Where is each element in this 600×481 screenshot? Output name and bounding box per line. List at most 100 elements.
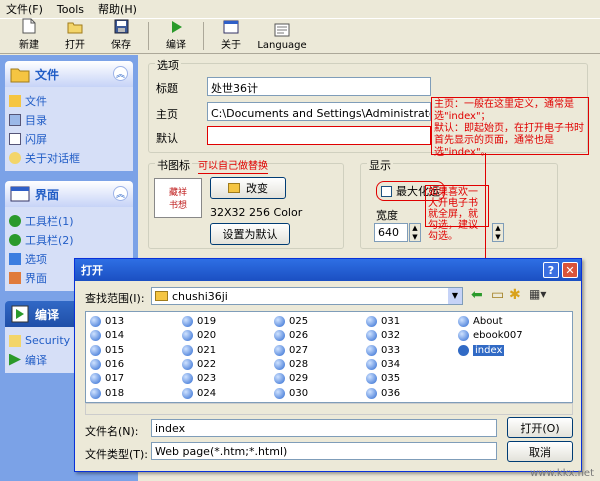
file-item[interactable]: 018 [90, 387, 124, 400]
height-spinner[interactable]: ▲ ▼ [492, 223, 504, 242]
home-input[interactable]: C:\Documents and Settings\Administrator\… [207, 102, 431, 121]
home-label: 主页 [156, 108, 178, 121]
cancel-button[interactable]: 取消 [507, 441, 573, 462]
html-file-icon [90, 330, 101, 342]
about-button[interactable]: 关于 [208, 19, 254, 53]
file-list[interactable]: 013 014 015 016 017 018 019 020 021 022 023 024 025 0… [85, 311, 573, 403]
back-icon[interactable]: ⬅ [471, 287, 483, 303]
width-label: 宽度 [376, 209, 398, 222]
close-icon[interactable]: ✕ [562, 262, 578, 278]
up-folder-icon[interactable]: ▭ [491, 287, 504, 303]
menu-help[interactable]: 帮助(H) [98, 1, 137, 17]
nav-group-file: 文件 ︽ 文件 目录 闪屏 关于对话框 [5, 61, 133, 171]
html-file-icon [366, 358, 377, 370]
open-dialog-titlebar: 打开 ? ✕ [75, 259, 581, 281]
width-spinner[interactable]: ▲ ▼ [409, 223, 421, 242]
nav-item-file[interactable]: 文件 [9, 91, 133, 110]
nav-item-splash[interactable]: 闪屏 [9, 129, 133, 148]
open-button[interactable]: 打开(O) [507, 417, 573, 438]
view-menu-icon[interactable]: ▦▾ [529, 287, 546, 301]
file-item[interactable]: 020 [182, 329, 216, 342]
save-button[interactable]: 保存 [98, 19, 144, 53]
nav-group-ui-header[interactable]: 界面 ︽ [5, 181, 133, 207]
file-item[interactable]: 013 [90, 315, 124, 328]
compile-icon [11, 305, 29, 323]
file-item[interactable]: 022 [182, 358, 216, 371]
maximize-annotation: 如果喜欢一大开电子书就全屏，就勾选，建议勾选。 [425, 185, 489, 242]
default-input[interactable] [207, 126, 431, 145]
file-item[interactable]: 025 [274, 315, 308, 328]
toolbar-icon [9, 233, 21, 246]
html-file-icon [274, 358, 285, 370]
file-item[interactable]: 028 [274, 358, 308, 371]
open-button[interactable]: 打开 [52, 19, 98, 53]
html-file-icon [90, 344, 101, 356]
nav-item-toolbar-1[interactable]: 工具栏(1) [9, 211, 133, 230]
file-item[interactable]: 024 [182, 387, 216, 400]
chevron-up-icon[interactable]: ︽ [113, 186, 128, 201]
file-item[interactable]: 014 [90, 329, 124, 342]
open-folder-icon [67, 19, 83, 34]
set-default-icon-button[interactable]: 设置为默认 [210, 223, 290, 245]
filetype-label: 文件类型(T): [85, 448, 149, 461]
nav-item-toolbar-2[interactable]: 工具栏(2) [9, 230, 133, 249]
file-item[interactable]: index [458, 344, 505, 357]
file-item[interactable]: 021 [182, 344, 216, 357]
file-item[interactable]: 034 [366, 358, 400, 371]
icon-hint-annotation: 可以自己做替换 [198, 161, 268, 174]
title-input[interactable]: 处世36计 [207, 77, 431, 96]
menu-file[interactable]: 文件(F) [6, 1, 43, 17]
file-item[interactable]: 026 [274, 329, 308, 342]
html-file-icon [366, 316, 377, 327]
html-file-icon [90, 373, 101, 385]
toolbar-separator [148, 22, 149, 50]
file-item[interactable]: 029 [274, 372, 308, 385]
new-folder-icon[interactable]: ✱ [509, 287, 521, 303]
title-label: 标题 [156, 82, 178, 95]
file-item[interactable]: About [458, 315, 503, 328]
html-file-icon [182, 330, 193, 342]
chevron-up-icon[interactable]: ︽ [113, 66, 128, 81]
nav-item-directory[interactable]: 目录 [9, 110, 133, 129]
file-item[interactable]: 015 [90, 344, 124, 357]
window-icon [10, 186, 30, 202]
file-item[interactable]: 017 [90, 372, 124, 385]
language-button[interactable]: Language [254, 19, 310, 53]
html-file-icon [90, 387, 101, 399]
help-icon[interactable]: ? [543, 262, 559, 278]
info-icon [9, 151, 21, 164]
horizontal-scrollbar[interactable] [85, 403, 573, 415]
folder-icon [9, 94, 21, 107]
file-item[interactable]: 030 [274, 387, 308, 400]
file-item[interactable]: 035 [366, 372, 400, 385]
file-item[interactable]: 019 [182, 315, 216, 328]
nav-item-about-dialog[interactable]: 关于对话框 [9, 148, 133, 167]
file-item[interactable]: ebook007 [458, 329, 523, 342]
file-item[interactable]: 023 [182, 372, 216, 385]
checkbox-box[interactable] [381, 185, 392, 197]
filetype-select[interactable]: Web page(*.htm;*.html) [151, 442, 497, 460]
filename-input[interactable]: index [151, 419, 497, 437]
dropdown-arrow-icon[interactable]: ▼ [448, 288, 462, 304]
compile-button[interactable]: 编译 [153, 19, 199, 53]
toolbar-separator [203, 22, 204, 50]
nav-group-file-header[interactable]: 文件 ︽ [5, 61, 133, 87]
file-item[interactable]: 016 [90, 358, 124, 371]
file-item[interactable]: 036 [366, 387, 400, 400]
new-button[interactable]: 新建 [6, 18, 52, 53]
file-item[interactable]: 027 [274, 344, 308, 357]
menu-tools[interactable]: Tools [57, 3, 84, 16]
toolbar-icon [9, 214, 21, 227]
file-item[interactable]: 032 [366, 329, 400, 342]
width-input[interactable]: 640 [374, 223, 408, 242]
html-file-icon [458, 344, 469, 356]
change-icon-button[interactable]: 改变 [210, 177, 286, 199]
look-in-select[interactable]: chushi36ji ▼ [151, 287, 463, 305]
file-item[interactable]: 033 [366, 344, 400, 357]
html-file-icon [274, 344, 285, 356]
list-icon [9, 113, 21, 126]
html-file-icon [182, 387, 193, 399]
home-icon [9, 271, 21, 284]
file-item[interactable]: 031 [366, 315, 400, 328]
html-file-icon [366, 344, 377, 356]
